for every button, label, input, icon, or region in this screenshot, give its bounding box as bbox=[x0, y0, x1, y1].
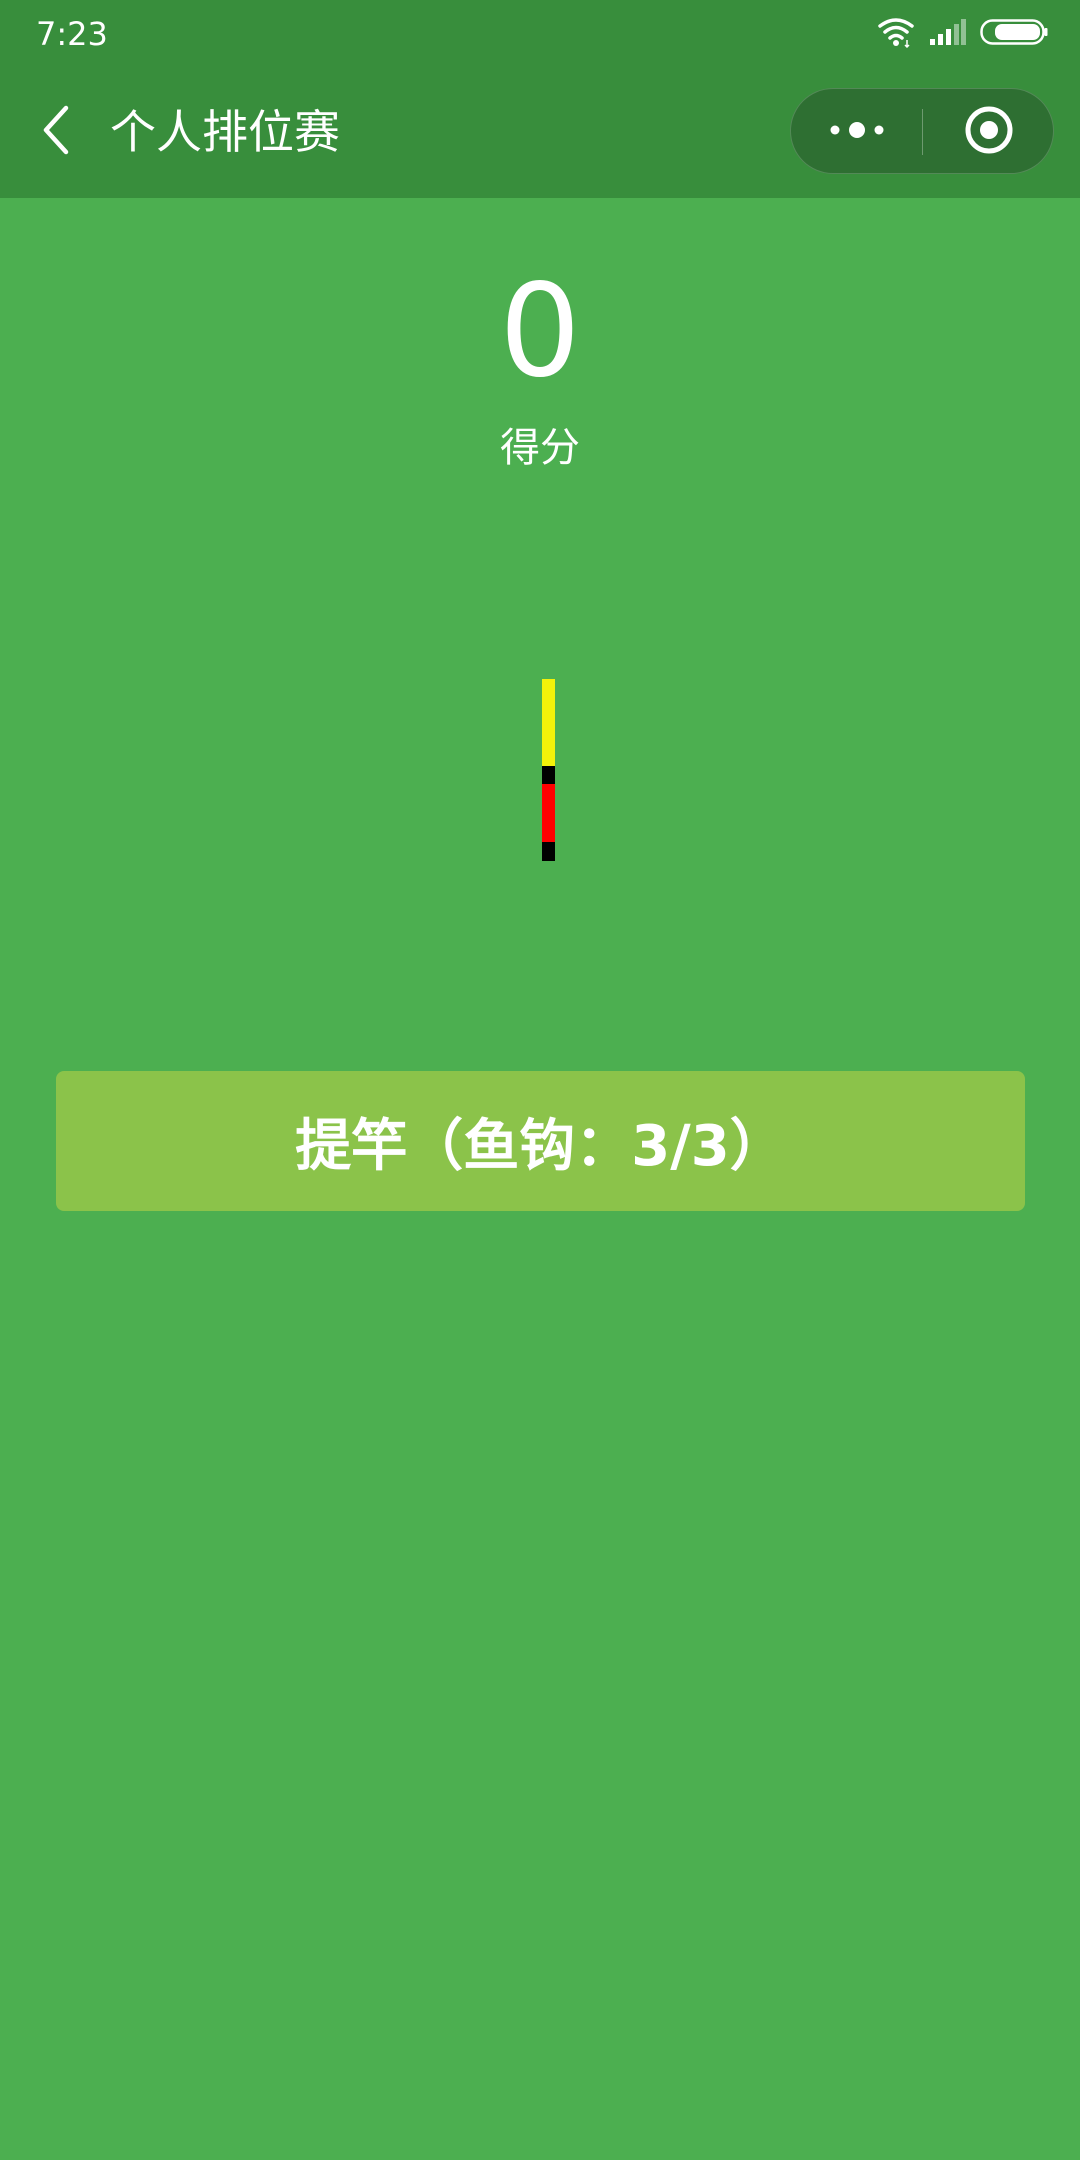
meter-segment-red bbox=[542, 784, 555, 842]
page-title: 个人排位赛 bbox=[110, 105, 340, 159]
wifi-icon bbox=[876, 16, 916, 52]
pull-rod-button[interactable]: 提竿（鱼钩：3/3） bbox=[56, 1071, 1025, 1211]
meter-segment-yellow bbox=[542, 679, 555, 766]
status-bar: 7:23 bbox=[0, 0, 1080, 66]
more-dots-icon bbox=[829, 120, 885, 144]
target-circle-icon bbox=[964, 105, 1014, 159]
meter-segment-black bbox=[542, 842, 555, 861]
back-button[interactable] bbox=[28, 96, 84, 168]
status-icons bbox=[876, 16, 1048, 52]
signal-icon bbox=[930, 19, 966, 49]
score-value: 0 bbox=[499, 257, 581, 406]
close-button[interactable] bbox=[923, 89, 1055, 175]
chevron-left-icon bbox=[40, 104, 72, 160]
mini-program-capsule bbox=[790, 88, 1054, 174]
status-time: 7:23 bbox=[36, 15, 108, 53]
more-button[interactable] bbox=[791, 89, 923, 175]
battery-icon bbox=[980, 19, 1048, 49]
score-label: 得分 bbox=[500, 425, 580, 471]
navigation-bar: 个人排位赛 bbox=[0, 66, 1080, 198]
tension-meter bbox=[542, 679, 555, 861]
meter-segment-black bbox=[542, 766, 555, 784]
